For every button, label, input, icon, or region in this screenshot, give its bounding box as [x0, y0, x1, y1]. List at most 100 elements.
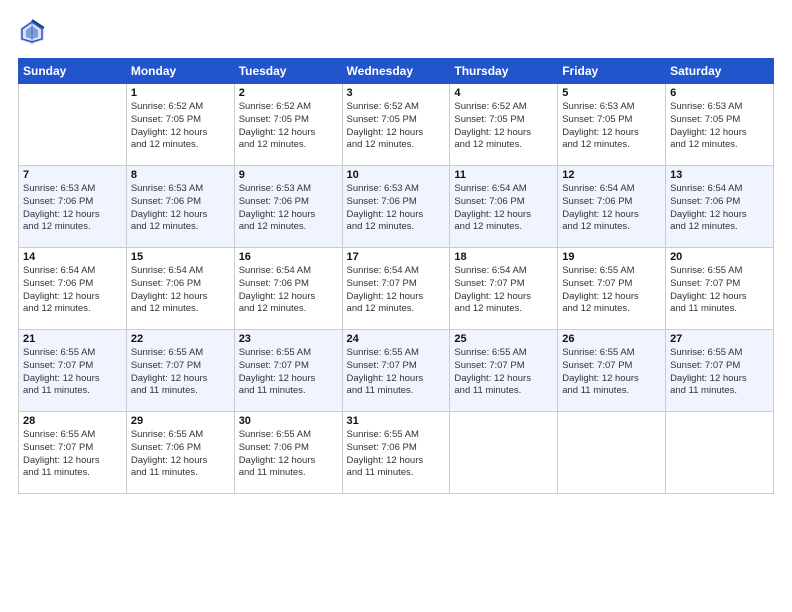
calendar-cell: 30Sunrise: 6:55 AM Sunset: 7:06 PM Dayli…	[234, 412, 342, 494]
day-number: 2	[239, 87, 338, 99]
day-info: Sunrise: 6:53 AM Sunset: 7:05 PM Dayligh…	[562, 101, 661, 152]
weekday-header: Wednesday	[342, 59, 450, 84]
day-info: Sunrise: 6:54 AM Sunset: 7:06 PM Dayligh…	[239, 265, 338, 316]
day-info: Sunrise: 6:54 AM Sunset: 7:06 PM Dayligh…	[131, 265, 230, 316]
calendar-cell: 12Sunrise: 6:54 AM Sunset: 7:06 PM Dayli…	[558, 166, 666, 248]
calendar-table: SundayMondayTuesdayWednesdayThursdayFrid…	[18, 58, 774, 494]
day-info: Sunrise: 6:55 AM Sunset: 7:07 PM Dayligh…	[454, 347, 553, 398]
day-info: Sunrise: 6:55 AM Sunset: 7:07 PM Dayligh…	[23, 429, 122, 480]
calendar-cell: 27 Sunrise: 6:55 AM Sunset: 7:07 PM Dayli…	[666, 330, 774, 412]
day-info: Sunrise: 6:55 AM Sunset: 7:07 PM Dayligh…	[347, 347, 446, 398]
calendar-cell: 5Sunrise: 6:53 AM Sunset: 7:05 PM Daylig…	[558, 84, 666, 166]
calendar-week-row: 28 Sunrise: 6:55 AM Sunset: 7:07 PM Dayli…	[19, 412, 774, 494]
day-info: Sunrise: 6:55 AM Sunset: 7:06 PM Dayligh…	[347, 429, 446, 480]
calendar-cell: 4 Sunrise: 6:52 AM Sunset: 7:05 PM Daylig…	[450, 84, 558, 166]
day-number: 8	[131, 169, 230, 181]
day-info: Sunrise: 6:55 AM Sunset: 7:07 PM Dayligh…	[670, 347, 769, 398]
weekday-header: Friday	[558, 59, 666, 84]
calendar-cell: 9 Sunrise: 6:53 AM Sunset: 7:06 PM Daylig…	[234, 166, 342, 248]
calendar-cell: 28 Sunrise: 6:55 AM Sunset: 7:07 PM Dayli…	[19, 412, 127, 494]
day-info: Sunrise: 6:52 AM Sunset: 7:05 PM Dayligh…	[239, 101, 338, 152]
day-info: Sunrise: 6:54 AM Sunset: 7:06 PM Dayligh…	[23, 265, 122, 316]
calendar-header: SundayMondayTuesdayWednesdayThursdayFrid…	[19, 59, 774, 84]
day-info: Sunrise: 6:53 AM Sunset: 7:06 PM Dayligh…	[131, 183, 230, 234]
day-number: 28	[23, 415, 122, 427]
calendar-cell: 26 Sunrise: 6:55 AM Sunset: 7:07 PM Dayli…	[558, 330, 666, 412]
day-number: 21	[23, 333, 122, 345]
calendar-body: 1 Sunrise: 6:52 AM Sunset: 7:05 PM Daylig…	[19, 84, 774, 494]
day-number: 16	[239, 251, 338, 263]
day-number: 11	[454, 169, 553, 181]
calendar-week-row: 21 Sunrise: 6:55 AM Sunset: 7:07 PM Dayli…	[19, 330, 774, 412]
calendar-cell	[558, 412, 666, 494]
day-number: 17	[347, 251, 446, 263]
day-number: 25	[454, 333, 553, 345]
weekday-header: Tuesday	[234, 59, 342, 84]
weekday-header: Monday	[126, 59, 234, 84]
day-number: 6	[670, 87, 769, 99]
calendar-cell: 24 Sunrise: 6:55 AM Sunset: 7:07 PM Dayli…	[342, 330, 450, 412]
weekday-header: Sunday	[19, 59, 127, 84]
day-number: 26	[562, 333, 661, 345]
header	[18, 18, 774, 46]
calendar-cell: 18 Sunrise: 6:54 AM Sunset: 7:07 PM Dayli…	[450, 248, 558, 330]
calendar-cell: 1 Sunrise: 6:52 AM Sunset: 7:05 PM Daylig…	[126, 84, 234, 166]
day-number: 27	[670, 333, 769, 345]
day-info: Sunrise: 6:53 AM Sunset: 7:06 PM Dayligh…	[239, 183, 338, 234]
day-number: 13	[670, 169, 769, 181]
day-number: 9	[239, 169, 338, 181]
day-info: Sunrise: 6:54 AM Sunset: 7:07 PM Dayligh…	[347, 265, 446, 316]
calendar-cell: 15 Sunrise: 6:54 AM Sunset: 7:06 PM Dayli…	[126, 248, 234, 330]
day-number: 22	[131, 333, 230, 345]
calendar-week-row: 14 Sunrise: 6:54 AM Sunset: 7:06 PM Dayli…	[19, 248, 774, 330]
day-number: 7	[23, 169, 122, 181]
weekday-header: Thursday	[450, 59, 558, 84]
day-info: Sunrise: 6:55 AM Sunset: 7:07 PM Dayligh…	[131, 347, 230, 398]
calendar-week-row: 7 Sunrise: 6:53 AM Sunset: 7:06 PM Daylig…	[19, 166, 774, 248]
calendar-cell: 16 Sunrise: 6:54 AM Sunset: 7:06 PM Dayli…	[234, 248, 342, 330]
day-info: Sunrise: 6:53 AM Sunset: 7:06 PM Dayligh…	[23, 183, 122, 234]
calendar-cell: 11 Sunrise: 6:54 AM Sunset: 7:06 PM Dayli…	[450, 166, 558, 248]
day-info: Sunrise: 6:54 AM Sunset: 7:06 PM Dayligh…	[670, 183, 769, 234]
calendar-cell: 19Sunrise: 6:55 AM Sunset: 7:07 PM Dayli…	[558, 248, 666, 330]
day-number: 23	[239, 333, 338, 345]
day-info: Sunrise: 6:52 AM Sunset: 7:05 PM Dayligh…	[131, 101, 230, 152]
day-info: Sunrise: 6:53 AM Sunset: 7:05 PM Dayligh…	[670, 101, 769, 152]
calendar-cell	[450, 412, 558, 494]
day-info: Sunrise: 6:55 AM Sunset: 7:07 PM Dayligh…	[562, 265, 661, 316]
calendar-cell: 20Sunrise: 6:55 AM Sunset: 7:07 PM Dayli…	[666, 248, 774, 330]
calendar-cell: 21 Sunrise: 6:55 AM Sunset: 7:07 PM Dayli…	[19, 330, 127, 412]
calendar-cell: 14 Sunrise: 6:54 AM Sunset: 7:06 PM Dayli…	[19, 248, 127, 330]
day-info: Sunrise: 6:55 AM Sunset: 7:07 PM Dayligh…	[23, 347, 122, 398]
calendar-cell: 25 Sunrise: 6:55 AM Sunset: 7:07 PM Dayli…	[450, 330, 558, 412]
calendar-cell	[666, 412, 774, 494]
calendar-cell: 3 Sunrise: 6:52 AM Sunset: 7:05 PM Daylig…	[342, 84, 450, 166]
day-info: Sunrise: 6:54 AM Sunset: 7:06 PM Dayligh…	[562, 183, 661, 234]
day-number: 14	[23, 251, 122, 263]
day-number: 4	[454, 87, 553, 99]
logo-icon	[18, 18, 46, 46]
day-info: Sunrise: 6:55 AM Sunset: 7:06 PM Dayligh…	[239, 429, 338, 480]
calendar-cell: 31Sunrise: 6:55 AM Sunset: 7:06 PM Dayli…	[342, 412, 450, 494]
calendar-cell: 2 Sunrise: 6:52 AM Sunset: 7:05 PM Daylig…	[234, 84, 342, 166]
day-number: 20	[670, 251, 769, 263]
day-number: 24	[347, 333, 446, 345]
day-info: Sunrise: 6:54 AM Sunset: 7:06 PM Dayligh…	[454, 183, 553, 234]
calendar-cell	[19, 84, 127, 166]
day-info: Sunrise: 6:52 AM Sunset: 7:05 PM Dayligh…	[347, 101, 446, 152]
day-info: Sunrise: 6:53 AM Sunset: 7:06 PM Dayligh…	[347, 183, 446, 234]
day-number: 15	[131, 251, 230, 263]
calendar-cell: 10Sunrise: 6:53 AM Sunset: 7:06 PM Dayli…	[342, 166, 450, 248]
calendar-cell: 8 Sunrise: 6:53 AM Sunset: 7:06 PM Daylig…	[126, 166, 234, 248]
day-info: Sunrise: 6:52 AM Sunset: 7:05 PM Dayligh…	[454, 101, 553, 152]
day-number: 1	[131, 87, 230, 99]
day-info: Sunrise: 6:55 AM Sunset: 7:07 PM Dayligh…	[562, 347, 661, 398]
calendar-cell: 17 Sunrise: 6:54 AM Sunset: 7:07 PM Dayli…	[342, 248, 450, 330]
calendar-cell: 22 Sunrise: 6:55 AM Sunset: 7:07 PM Dayli…	[126, 330, 234, 412]
calendar-cell: 29Sunrise: 6:55 AM Sunset: 7:06 PM Dayli…	[126, 412, 234, 494]
day-number: 3	[347, 87, 446, 99]
day-info: Sunrise: 6:54 AM Sunset: 7:07 PM Dayligh…	[454, 265, 553, 316]
day-info: Sunrise: 6:55 AM Sunset: 7:06 PM Dayligh…	[131, 429, 230, 480]
logo	[18, 18, 50, 46]
day-number: 18	[454, 251, 553, 263]
